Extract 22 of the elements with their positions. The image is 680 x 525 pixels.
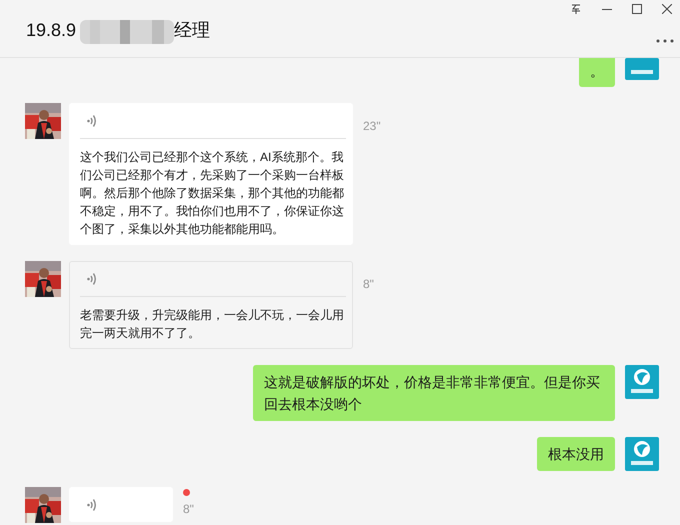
chat-title: 经理 — [174, 19, 210, 42]
more-icon[interactable] — [656, 39, 674, 43]
chat-title: 19.8.9 — [26, 19, 76, 42]
logo-icon — [625, 58, 659, 80]
voice-transcript: 老需要升级，升完级能用，一会儿不玩，一会儿用完一两天就用不了了。 — [80, 296, 346, 348]
voice-duration: 8" — [183, 501, 194, 518]
logo-icon — [625, 437, 659, 471]
message-bubble: 根本没用 — [537, 437, 615, 471]
voice-duration: 8" — [363, 276, 374, 293]
voice-wave-icon — [87, 114, 97, 128]
message-bubble: 这就是破解版的坏处，价格是非常非常便宜。但是你买回去根本没哟个 — [253, 365, 615, 421]
logo-icon — [625, 365, 659, 399]
voice-duration: 23" — [363, 118, 381, 135]
pin-icon[interactable] — [570, 3, 582, 15]
voice-wave-icon — [87, 498, 97, 512]
message-bubble: 。 — [579, 58, 615, 87]
voice-transcript: 这个我们公司已经那个这个系统，AI系统那个。我们公司已经那个有才，先采购了一个采购一台样板啊。然后那个他除了数据采集，那个其他的功能都不稳定，用不了。我怕你们也用不了，你保证你这个图了，采集以外其他功能都能用吗。 — [80, 138, 346, 244]
maximize-icon[interactable] — [632, 4, 642, 14]
close-icon[interactable] — [662, 4, 672, 14]
voice-message-bubble[interactable]: 这个我们公司已经那个这个系统，AI系统那个。我们公司已经那个有才，先采购了一个采购一台样板啊。然后那个他除了数据采集，那个其他的功能都不稳定，用不了。我怕你们也用不了，你保证你这个图了，采集以外其他功能都能用吗。 — [69, 103, 353, 245]
voice-wave-icon — [87, 272, 97, 286]
voice-message-bubble[interactable]: 老需要升级，升完级能用，一会儿不玩，一会儿用完一两天就用不了了。 — [69, 261, 353, 349]
